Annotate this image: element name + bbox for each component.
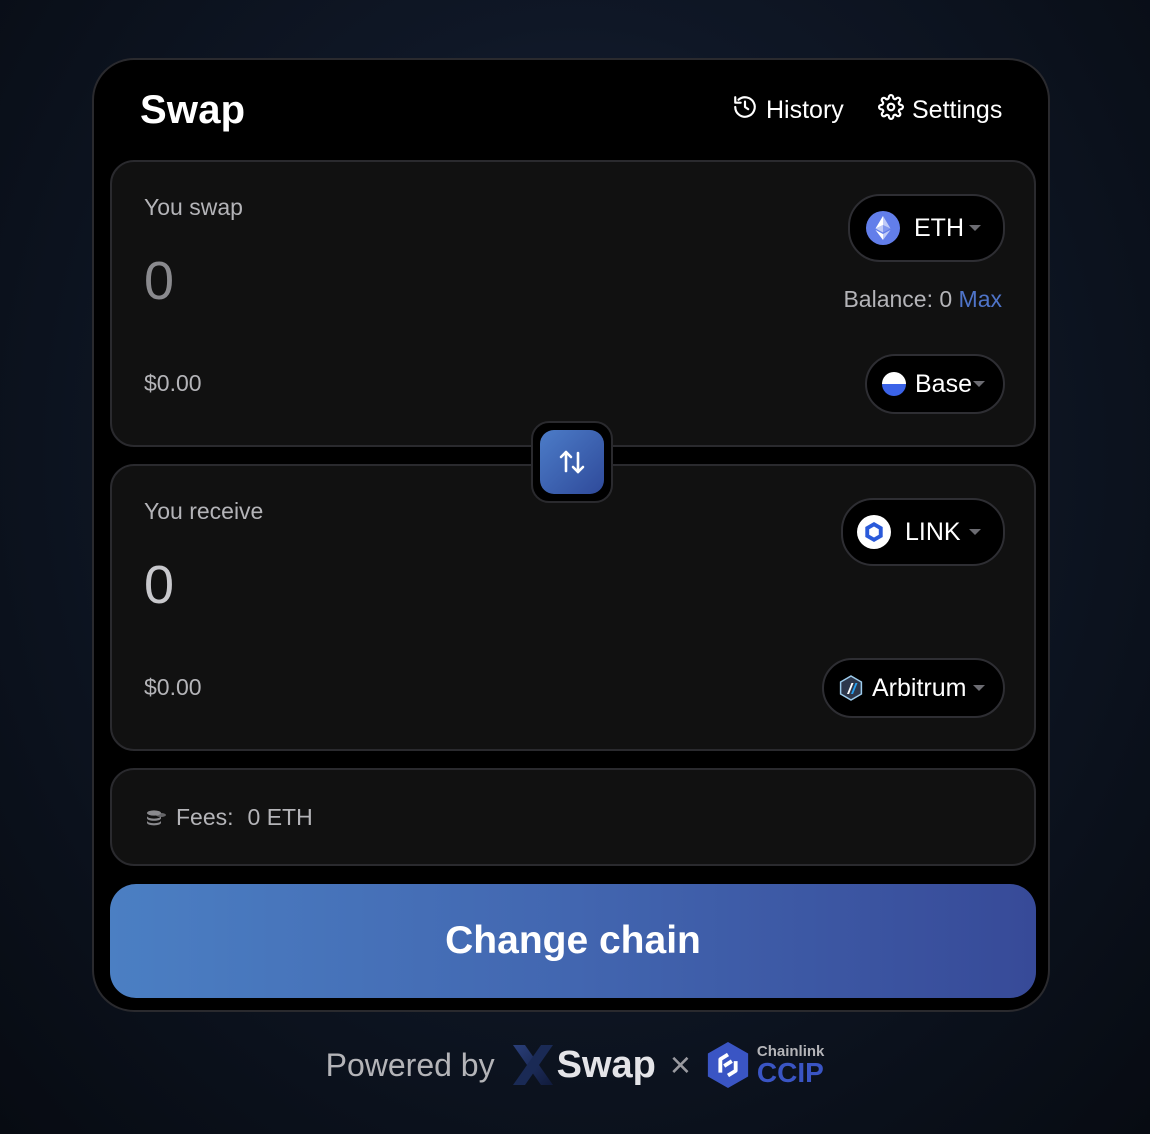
change-chain-button[interactable]: Change chain [110, 884, 1036, 998]
to-label: You receive [144, 498, 264, 524]
balance-label: Balance: 0 [843, 286, 953, 312]
chevron-down-icon [973, 381, 985, 387]
eth-icon [866, 211, 900, 245]
to-chain-label: Arbitrum [872, 673, 967, 702]
page-title: Swap [140, 88, 246, 132]
swap-to-panel: You receive 0 $0.00 LINK Arbitrum [110, 464, 1036, 751]
from-chain-select[interactable]: Base [865, 354, 1005, 414]
swap-card: Swap History Settings You swap 0 $0.00 E… [92, 58, 1050, 1012]
fees-label: Fees: [176, 804, 234, 830]
from-token-select[interactable]: ETH [848, 194, 1005, 262]
link-icon [857, 515, 891, 549]
arbitrum-icon [838, 675, 864, 701]
from-balance: Balance: 0 Max [843, 286, 1002, 313]
settings-icon [878, 94, 904, 127]
chevron-down-icon [969, 529, 981, 535]
swap-direction-icon [540, 430, 604, 494]
xswap-wordmark: Swap [556, 1043, 656, 1086]
swap-from-panel: You swap 0 $0.00 ETH Balance: 0 Max Base [110, 160, 1036, 447]
settings-button[interactable]: Settings [878, 94, 1002, 127]
from-chain-label: Base [915, 369, 972, 398]
powered-by-footer: Powered by Swap × Chainlink CCIP [0, 1040, 1150, 1090]
chainlink-ccip-logo: Chainlink CCIP [705, 1040, 824, 1090]
times-sign: × [669, 1044, 691, 1085]
history-button[interactable]: History [732, 94, 844, 127]
fees-panel: Fees: 0 ETH [110, 768, 1036, 866]
swap-direction-button[interactable] [531, 421, 613, 503]
ccip-wordmark: CCIP [756, 1056, 824, 1088]
from-label: You swap [144, 194, 243, 220]
coins-icon [144, 806, 168, 830]
history-icon [732, 94, 758, 127]
powered-by-label: Powered by [325, 1046, 495, 1083]
settings-label: Settings [912, 96, 1003, 124]
to-token-select[interactable]: LINK [841, 498, 1005, 566]
to-amount: 0 [144, 555, 175, 615]
from-token-label: ETH [914, 213, 964, 242]
chevron-down-icon [969, 225, 981, 231]
history-label: History [766, 96, 844, 124]
chevron-down-icon [973, 685, 985, 691]
to-usd-value: $0.00 [144, 674, 202, 700]
from-amount-input[interactable]: 0 [144, 250, 174, 312]
base-icon [881, 371, 907, 397]
xswap-logo: Swap [509, 1041, 656, 1089]
max-button[interactable]: Max [959, 286, 1002, 312]
to-chain-select[interactable]: Arbitrum [822, 658, 1005, 718]
from-usd-value: $0.00 [144, 370, 202, 396]
fees-value: 0 ETH [247, 804, 313, 830]
to-token-label: LINK [905, 517, 961, 546]
